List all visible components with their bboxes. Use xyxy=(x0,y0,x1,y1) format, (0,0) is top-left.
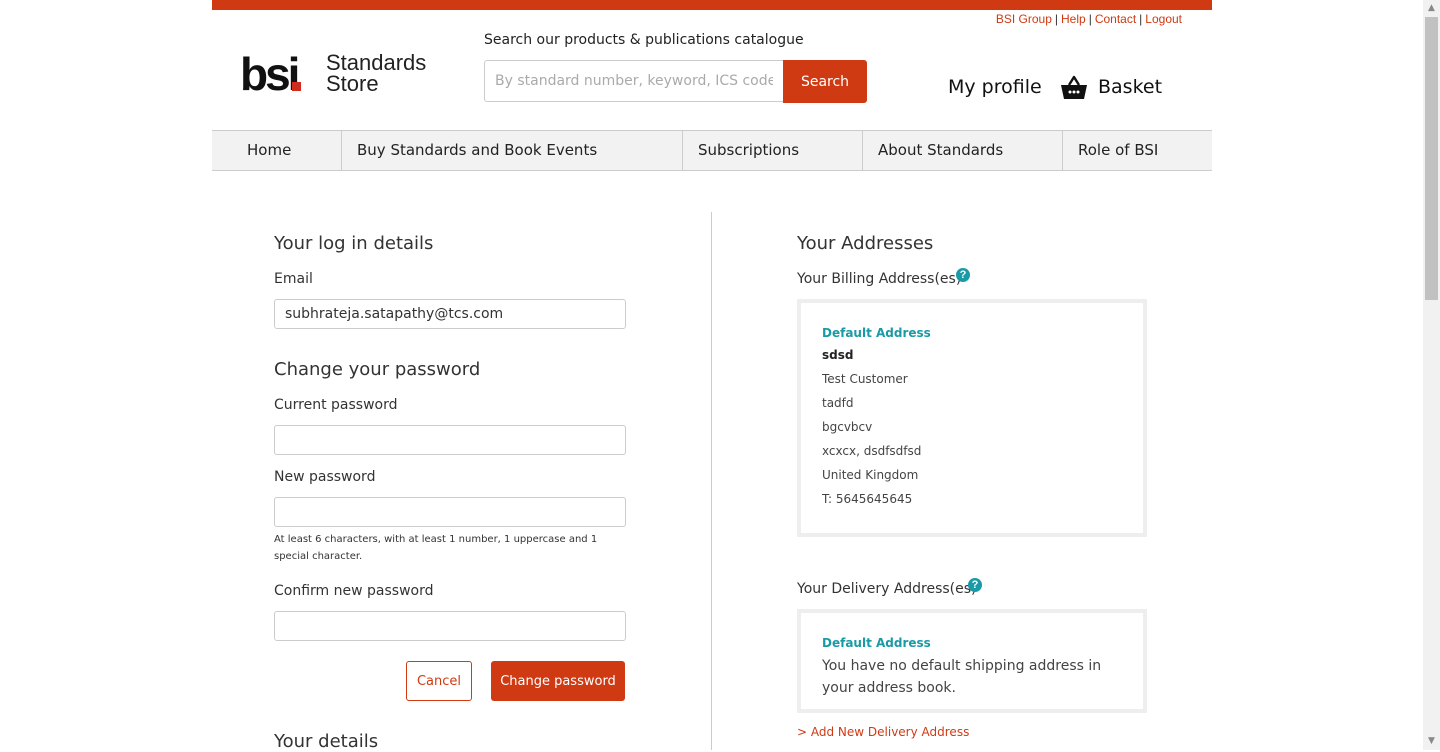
your-details-title: Your details xyxy=(274,731,379,752)
add-delivery-address-link[interactable]: > Add New Delivery Address xyxy=(797,725,969,739)
delivery-address-card: Default Address You have no default ship… xyxy=(797,609,1147,713)
delivery-default-heading: Default Address xyxy=(822,636,931,650)
billing-line-country: United Kingdom xyxy=(822,468,919,482)
nav-item-subscriptions[interactable]: Subscriptions xyxy=(683,131,863,170)
nav-item-about-standards[interactable]: About Standards xyxy=(863,131,1063,170)
nav-item-role-of-bsi[interactable]: Role of BSI xyxy=(1063,131,1212,170)
util-link-bsi-group[interactable]: BSI Group xyxy=(996,12,1052,26)
column-divider xyxy=(711,212,712,750)
logo-line-2: Store xyxy=(326,71,379,96)
billing-line-3: tadfd xyxy=(822,396,854,410)
email-field[interactable] xyxy=(274,299,626,329)
billing-address-card: Default Address sdsd Test Customer tadfd… xyxy=(797,299,1147,537)
scroll-down-arrow-icon[interactable]: ▼ xyxy=(1423,733,1440,750)
utility-links: BSI Group | Help | Contact | Logout xyxy=(995,12,1182,26)
billing-address-label: Your Billing Address(es) xyxy=(797,271,962,287)
current-password-field[interactable] xyxy=(274,425,626,455)
scroll-thumb[interactable] xyxy=(1425,17,1438,300)
util-link-contact[interactable]: Contact xyxy=(1095,12,1136,26)
logo-store-text: Standards Store xyxy=(326,50,427,96)
billing-line-5: xcxcx, dsdfsdfsd xyxy=(822,444,922,458)
util-link-help[interactable]: Help xyxy=(1061,12,1086,26)
basket-icon[interactable] xyxy=(1060,74,1088,102)
nav-item-home[interactable]: Home xyxy=(212,131,342,170)
delivery-empty-message: You have no default shipping address in … xyxy=(822,658,1102,696)
billing-line-4: bgcvbcv xyxy=(822,420,873,434)
delivery-address-label: Your Delivery Address(es) xyxy=(797,581,977,597)
new-password-label: New password xyxy=(274,469,376,485)
current-password-label: Current password xyxy=(274,397,398,413)
confirm-password-field[interactable] xyxy=(274,611,626,641)
brand-top-bar xyxy=(212,0,1212,10)
search-input[interactable] xyxy=(484,60,783,102)
new-password-field[interactable] xyxy=(274,497,626,527)
scroll-up-arrow-icon[interactable]: ▲ xyxy=(1423,0,1440,17)
billing-line-name: sdsd xyxy=(822,348,854,362)
cancel-button[interactable]: Cancel xyxy=(406,661,472,701)
billing-line-phone: T: 5645645645 xyxy=(822,492,913,506)
basket-link[interactable]: Basket xyxy=(1098,76,1162,98)
main-nav: Home Buy Standards and Book Events Subsc… xyxy=(212,130,1212,171)
logo-mark: bsi xyxy=(240,48,300,100)
change-password-button[interactable]: Change password xyxy=(491,661,625,701)
search-label: Search our products & publications catal… xyxy=(484,32,804,48)
confirm-password-label: Confirm new password xyxy=(274,583,434,599)
addresses-title: Your Addresses xyxy=(797,233,934,254)
page-container: BSI Group | Help | Contact | Logout bsi Standa… xyxy=(212,0,1212,752)
logo-dot xyxy=(292,82,301,91)
logo-line-1: Standards xyxy=(326,50,427,75)
billing-default-heading: Default Address xyxy=(822,326,931,340)
billing-help-icon[interactable]: ? xyxy=(956,268,970,282)
search-button[interactable]: Search xyxy=(783,60,867,103)
nav-item-buy-standards[interactable]: Buy Standards and Book Events xyxy=(342,131,683,170)
change-password-title: Change your password xyxy=(274,359,481,380)
page-scrollbar[interactable]: ▲ ▼ xyxy=(1423,0,1440,750)
delivery-help-icon[interactable]: ? xyxy=(968,578,982,592)
email-label: Email xyxy=(274,271,313,287)
billing-line-2: Test Customer xyxy=(822,372,908,386)
password-hint: At least 6 characters, with at least 1 n… xyxy=(274,534,598,562)
login-details-title: Your log in details xyxy=(274,233,434,254)
my-profile-link[interactable]: My profile xyxy=(948,76,1042,98)
util-link-logout[interactable]: Logout xyxy=(1145,12,1182,26)
